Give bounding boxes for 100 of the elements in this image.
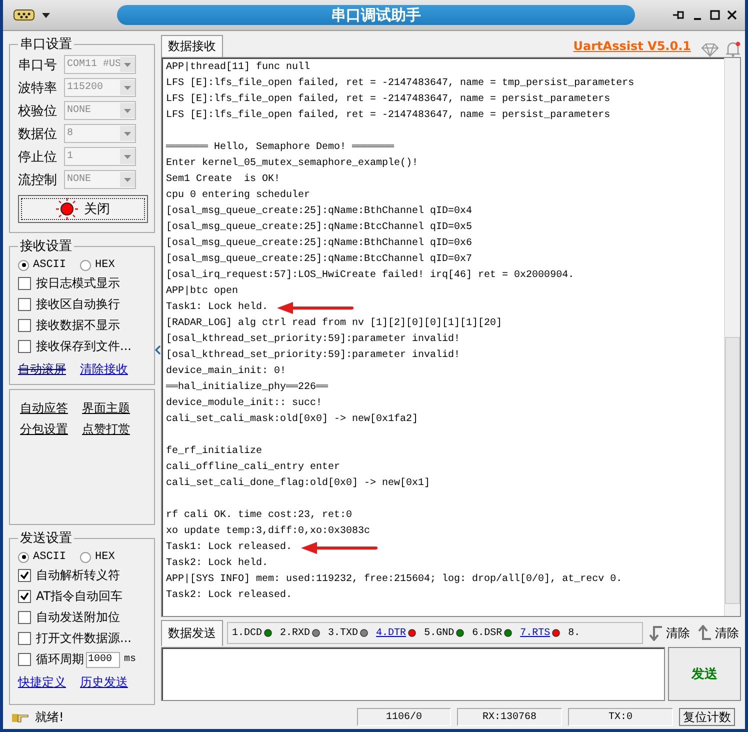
caret-icon [124, 62, 131, 66]
log-line: cali_set_cali_done_flag:old[0x0] -> new[0x1] [166, 476, 430, 491]
link[interactable]: 历史发送 [80, 674, 128, 691]
clear-button[interactable]: 清除 [647, 624, 692, 642]
pin-label: 8. [568, 628, 580, 638]
count-panel: 1106/0 [357, 708, 451, 726]
caret-icon [124, 178, 131, 182]
log-line: [osal_msg_queue_create:25]:qName:BtcChannel qID=0x7 [166, 252, 472, 267]
arrow-down-icon [649, 625, 663, 641]
log-line: [osal_irq_request:57]:LOS_HwiCreate failed! irq[46] ret = 0x2000904. [166, 268, 574, 283]
check-icon [20, 592, 29, 601]
log-line: ═══════ Hello, Semaphore Demo! ═══════ [166, 140, 394, 155]
radio-button[interactable]: HEX [80, 259, 115, 271]
input-field[interactable]: 1000 [86, 652, 120, 668]
field-label: 数据位 [18, 126, 58, 142]
log-line: rf cali OK. time cost:23, ret:0 [166, 508, 352, 523]
pin-icon[interactable] [672, 9, 686, 21]
log-line: Task1: Lock released. [166, 540, 292, 555]
tx-count-panel: TX:0 [568, 708, 673, 726]
pin-link[interactable]: 4.DTR [376, 628, 406, 638]
bell-icon[interactable] [725, 41, 741, 57]
pin-label: 5.GND [424, 628, 454, 638]
scrollbar[interactable] [724, 58, 740, 616]
field-label: 校验位 [18, 102, 58, 120]
link[interactable]: 界面主题 [82, 400, 130, 417]
log-line: Task2: Lock held. [166, 556, 268, 571]
field-label: 流控制 [18, 172, 58, 188]
log-line: [osal_msg_queue_create:25]:qName:BtcChannel qID=0x5 [166, 220, 472, 235]
log-line: ══hal_initialize_phy══226══ [166, 380, 328, 395]
log-line: LFS [E]:lfs_file_open failed, ret = -2147483647, name = persist_parameters [166, 92, 610, 107]
send-tab[interactable]: 数据发送 [161, 620, 223, 646]
app-icon[interactable] [13, 8, 35, 22]
receive-area[interactable] [161, 57, 741, 617]
checkbox[interactable]: 自动发送附加位 [18, 609, 148, 626]
log-line: Task1: Lock held. [166, 300, 268, 315]
dropdown-icon[interactable] [42, 12, 50, 18]
checkbox[interactable]: 接收保存到文件... [18, 338, 148, 355]
pin-label: 3.TXD [328, 628, 358, 638]
maximize-icon[interactable] [710, 10, 720, 20]
send-button[interactable]: 发送 [668, 647, 741, 701]
checkbox[interactable]: 循环周期 [18, 651, 84, 668]
rx-count-panel: RX:130768 [457, 708, 562, 726]
log-line: APP|btc open [166, 284, 238, 299]
close-port-button[interactable]: 关闭 [18, 195, 148, 223]
collapse-icon[interactable] [155, 345, 161, 355]
arrow-up-icon [698, 625, 712, 641]
log-line: [osal_msg_queue_create:25]:qName:BthChannel qID=0x4 [166, 204, 472, 219]
checkbox[interactable]: AT指令自动回车 [18, 588, 148, 605]
log-line: Enter kernel_05_mutex_semaphore_example()! [166, 156, 418, 171]
caret-icon [124, 154, 131, 158]
log-line: [RADAR_LOG] alg ctrl read from nv [1][2][0][0][1][1][20] [166, 316, 502, 331]
log-line: xo update temp:3,diff:0,xo:0x3083c [166, 524, 370, 539]
group-title: 发送设置 [19, 530, 73, 547]
log-line: device_module_init:: succ! [166, 396, 322, 411]
checkbox[interactable]: 接收数据不显示 [18, 317, 148, 334]
pin-label: 1.DCD [232, 628, 262, 638]
link[interactable]: 快捷定义 [18, 674, 66, 691]
checkbox[interactable]: 打开文件数据源... [18, 630, 148, 647]
log-line: LFS [E]:lfs_file_open failed, ret = -2147483647, name = tmp_persist_parameters [166, 76, 634, 91]
pin-label: 2.RXD [280, 628, 310, 638]
checkbox[interactable]: 按日志模式显示 [18, 275, 148, 292]
window-title: 串口调试助手 [331, 6, 421, 24]
log-line: Task2: Lock released. [166, 588, 292, 603]
link[interactable]: 点赞打赏 [82, 421, 130, 438]
log-line: APP|thread[11] func null [166, 60, 310, 75]
caret-icon [124, 86, 131, 90]
log-line: device_main_init: 0! [166, 364, 286, 379]
log-line: cali_set_cali_mask:old[0x0] -> new[0x1fa2] [166, 412, 418, 427]
log-line: cali_offline_cali_entry enter [166, 460, 340, 475]
link[interactable]: 分包设置 [20, 421, 68, 438]
receive-tab[interactable]: 数据接收 [161, 35, 223, 57]
log-line: LFS [E]:lfs_file_open failed, ret = -2147483647, name = persist_parameters [166, 108, 610, 123]
checkbox[interactable]: 自动解析转义符 [18, 567, 148, 584]
radio-button[interactable]: ASCII [18, 259, 66, 271]
log-line: [osal_kthread_set_priority:59]:parameter invalid! [166, 332, 460, 347]
pin-link[interactable]: 7.RTS [520, 628, 550, 638]
group-title: 串口设置 [19, 36, 73, 53]
link[interactable]: 清除接收 [80, 361, 128, 378]
close-icon[interactable] [727, 10, 737, 20]
status-message: 就绪! [35, 708, 65, 726]
radio-button[interactable]: HEX [80, 551, 115, 563]
radio-button[interactable]: ASCII [18, 551, 66, 563]
group-title: 接收设置 [19, 238, 73, 255]
clear-button[interactable]: 清除 [696, 624, 741, 642]
reset-count-button[interactable]: 复位计数 [679, 708, 735, 726]
log-line: Sem1 Create is OK! [166, 172, 280, 187]
log-line: [osal_kthread_set_priority:59]:parameter invalid! [166, 348, 460, 363]
hand-icon [11, 711, 29, 723]
unit-label: ms [124, 654, 136, 665]
caret-icon [124, 108, 131, 112]
link[interactable]: 自动应答 [20, 400, 68, 417]
caret-icon [124, 132, 131, 136]
field-label: 串口号 [18, 56, 58, 74]
send-field[interactable] [161, 647, 665, 701]
pin-label: 6.DSR [472, 628, 502, 638]
log-line: [osal_msg_queue_create:25]:qName:BthChannel qID=0x6 [166, 236, 472, 251]
checkbox[interactable]: 接收区自动换行 [18, 296, 148, 313]
link[interactable]: 自动滚屏 [18, 361, 66, 378]
check-icon [20, 571, 29, 580]
log-line: cpu 0 entering scheduler [166, 188, 310, 203]
